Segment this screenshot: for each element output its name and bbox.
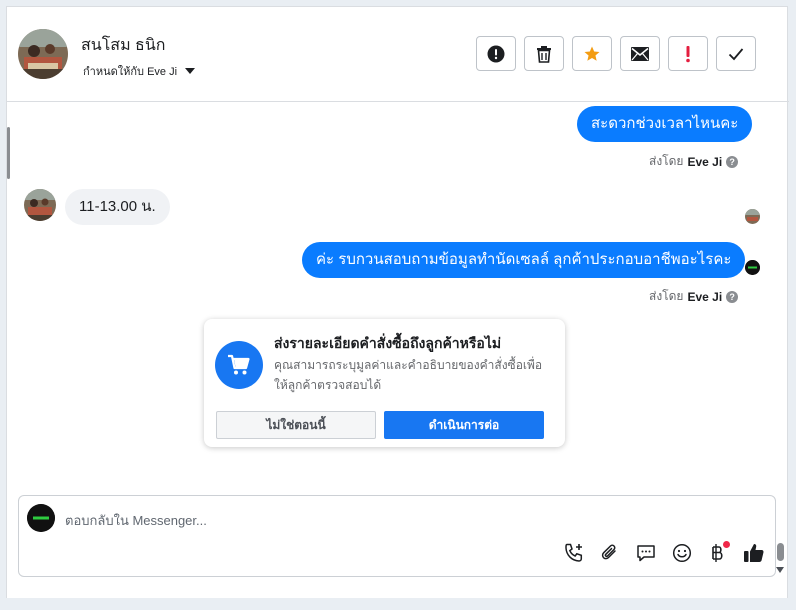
sent-by-prefix: ส่งโดย <box>649 289 684 303</box>
reply-input[interactable] <box>63 506 663 534</box>
trash-icon <box>537 45 551 63</box>
envelope-icon <box>631 46 649 61</box>
header-actions <box>476 36 756 71</box>
assign-label: กำหนดให้กับ Eve Ji <box>83 66 178 78</box>
notification-dot <box>723 541 730 548</box>
order-details-prompt: ส่งรายละเอียดคำสั่งซื้อถึงลูกค้าหรือไม่ … <box>204 319 565 447</box>
seen-avatar <box>745 209 760 224</box>
exclamation-icon <box>686 45 690 62</box>
sent-by-label: ส่งโดย Eve Ji ? <box>649 152 739 171</box>
sent-by-label: ส่งโดย Eve Ji ? <box>649 287 739 306</box>
mark-done-button[interactable] <box>716 36 756 71</box>
continue-button[interactable]: ดำเนินการต่อ <box>384 411 544 439</box>
star-button[interactable] <box>572 36 612 71</box>
not-now-button[interactable]: ไม่ใช่ตอนนี้ <box>216 411 376 439</box>
emoji-button[interactable] <box>669 540 695 566</box>
check-icon <box>728 47 744 60</box>
sent-by-name: Eve Ji <box>687 289 723 304</box>
message-thread: สะดวกช่วงเวลาไหนคะ ส่งโดย Eve Ji ? 11-13… <box>7 103 789 573</box>
reply-composer <box>18 495 776 577</box>
composer-toolbar <box>561 540 767 566</box>
question-icon[interactable]: ? <box>726 155 739 168</box>
scroll-down-arrow-icon[interactable] <box>776 567 784 573</box>
mark-unread-button[interactable] <box>620 36 660 71</box>
contact-name: สนโสม ธนิก <box>81 37 166 54</box>
caret-down-icon <box>185 68 196 74</box>
scrollbar-thumb[interactable] <box>777 543 784 561</box>
inbox-conversation-panel: สนโสม ธนิก กำหนดให้กับ Eve Ji สะดวกช่วงเ… <box>6 6 789 598</box>
message-bubble-incoming[interactable]: 11-13.00 น. <box>65 189 170 225</box>
exclamation-circle-icon <box>487 45 505 62</box>
like-button[interactable] <box>741 540 767 566</box>
payment-button[interactable] <box>705 540 731 566</box>
smiley-icon <box>672 543 692 563</box>
conversation-header: สนโสม ธนิก กำหนดให้กับ Eve Ji <box>7 7 789 102</box>
delete-button[interactable] <box>524 36 564 71</box>
star-icon <box>584 46 600 61</box>
thread-scrollbar[interactable] <box>775 533 785 583</box>
report-spam-button[interactable] <box>476 36 516 71</box>
question-icon[interactable]: ? <box>726 290 739 303</box>
assign-dropdown[interactable]: กำหนดให้กับ Eve Ji <box>83 62 196 80</box>
paperclip-icon <box>601 544 616 560</box>
sender-avatar[interactable] <box>24 189 56 221</box>
attach-button[interactable] <box>597 540 623 566</box>
message-bubble-outgoing[interactable]: สะดวกช่วงเวลาไหนคะ <box>577 106 753 142</box>
message-bubble-outgoing[interactable]: ค่ะ รบกวนสอบถามข้อมูลทำนัดเซลล์ ลุกค้าปร… <box>302 242 746 278</box>
page-avatar <box>745 260 760 275</box>
sent-by-name: Eve Ji <box>687 154 723 169</box>
chat-bubble-icon <box>637 545 655 562</box>
phone-plus-icon <box>565 543 583 562</box>
page-avatar <box>27 504 55 532</box>
phone-plus-button[interactable] <box>561 540 587 566</box>
thumbs-up-icon <box>744 544 764 562</box>
cart-icon <box>215 341 263 389</box>
prompt-description: คุณสามารถระบุมูลค่าและคำอธิบายของคำสั่งซ… <box>274 358 543 392</box>
follow-up-button[interactable] <box>668 36 708 71</box>
avatar[interactable] <box>18 29 68 79</box>
prompt-title: ส่งรายละเอียดคำสั่งซื้อถึงลูกค้าหรือไม่ <box>274 335 502 351</box>
sent-by-prefix: ส่งโดย <box>649 154 684 168</box>
saved-replies-button[interactable] <box>633 540 659 566</box>
